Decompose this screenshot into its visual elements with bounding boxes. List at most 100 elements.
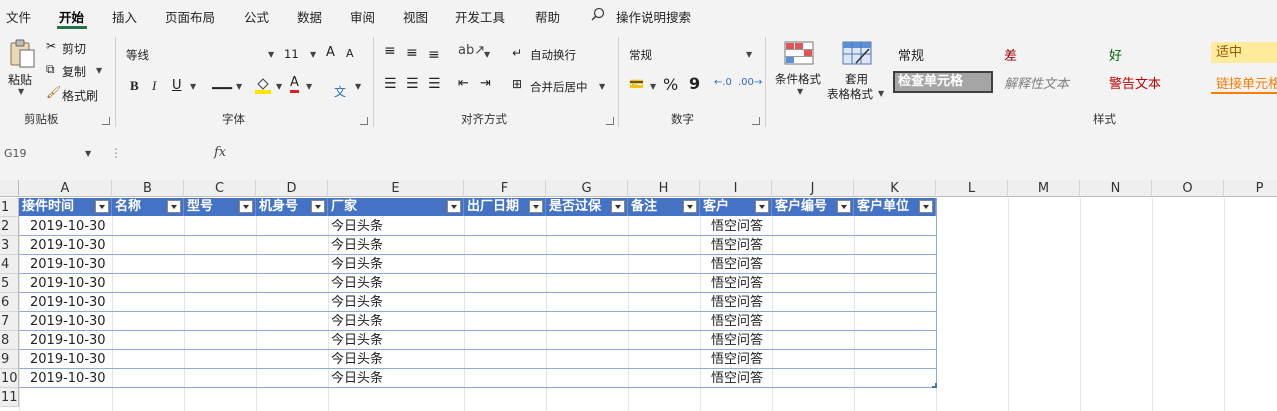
- style-check-cell[interactable]: 检查单元格: [893, 71, 993, 93]
- italic-button[interactable]: I: [152, 78, 156, 94]
- column-header-L[interactable]: L: [936, 180, 1008, 197]
- column-header-O[interactable]: O: [1152, 180, 1224, 197]
- column-header-H[interactable]: H: [628, 180, 700, 197]
- format-as-table-button[interactable]: 表格格式: [827, 86, 873, 102]
- menu-view[interactable]: 视图: [403, 7, 428, 26]
- row-header-8[interactable]: 8: [0, 331, 19, 350]
- column-header-D[interactable]: D: [256, 180, 328, 197]
- font-size-dropdown-icon[interactable]: ▼: [310, 50, 316, 59]
- cell-date[interactable]: 2019-10-30: [30, 293, 106, 312]
- cell-maker[interactable]: 今日头条: [331, 312, 383, 331]
- underline-button[interactable]: U: [172, 78, 182, 93]
- cell-client[interactable]: 悟空问答: [711, 217, 763, 236]
- style-good[interactable]: 好: [1109, 45, 1122, 64]
- font-name-select[interactable]: 等线: [126, 47, 149, 63]
- filter-dropdown-icon[interactable]: [683, 200, 697, 213]
- format-as-table-icon[interactable]: [842, 41, 872, 65]
- cell-date[interactable]: 2019-10-30: [30, 369, 106, 388]
- grow-font-button[interactable]: A: [326, 45, 335, 60]
- filter-dropdown-icon[interactable]: [919, 200, 933, 213]
- fill-color-dropdown-icon[interactable]: ▼: [276, 82, 282, 91]
- font-size-select[interactable]: 11: [284, 47, 299, 61]
- cell-maker[interactable]: 今日头条: [331, 274, 383, 293]
- cell-client[interactable]: 悟空问答: [711, 312, 763, 331]
- number-format-select[interactable]: 常规: [629, 47, 652, 63]
- conditional-format-icon[interactable]: [784, 41, 814, 65]
- filter-dropdown-icon[interactable]: [447, 200, 461, 213]
- cell-maker[interactable]: 今日头条: [331, 293, 383, 312]
- cell-client[interactable]: 悟空问答: [711, 255, 763, 274]
- row-header-6[interactable]: 6: [0, 293, 19, 312]
- phonetic-dropdown-icon[interactable]: ▼: [355, 82, 361, 91]
- menu-file[interactable]: 文件: [6, 7, 31, 26]
- filter-dropdown-icon[interactable]: [167, 200, 181, 213]
- merge-center-button[interactable]: 合并后居中: [530, 79, 588, 95]
- lightbulb-search-icon[interactable]: [590, 7, 606, 23]
- table-resize-handle[interactable]: [932, 383, 937, 388]
- conditional-format-button[interactable]: 条件格式: [775, 71, 821, 87]
- filter-dropdown-icon[interactable]: [529, 200, 543, 213]
- cell-maker[interactable]: 今日头条: [331, 255, 383, 274]
- wrap-text-button[interactable]: 自动换行: [530, 47, 576, 63]
- column-header-K[interactable]: K: [854, 180, 936, 197]
- style-bad[interactable]: 差: [1004, 45, 1017, 64]
- cell-maker[interactable]: 今日头条: [331, 331, 383, 350]
- cut-button[interactable]: 剪切: [62, 40, 86, 57]
- font-color-icon[interactable]: A: [290, 76, 299, 93]
- style-normal[interactable]: 常规: [898, 45, 924, 64]
- row-header-7[interactable]: 7: [0, 312, 19, 331]
- row-header-10[interactable]: 10: [0, 369, 19, 388]
- filter-dropdown-icon[interactable]: [611, 200, 625, 213]
- cell-client[interactable]: 悟空问答: [711, 274, 763, 293]
- cell-maker[interactable]: 今日头条: [331, 236, 383, 255]
- accounting-format-icon[interactable]: 💳: [629, 77, 644, 91]
- shrink-font-button[interactable]: A: [346, 47, 354, 60]
- increase-indent-icon[interactable]: ⇥: [480, 76, 491, 91]
- menu-formulas[interactable]: 公式: [244, 7, 269, 26]
- paste-button[interactable]: 粘贴: [8, 71, 32, 88]
- bold-button[interactable]: B: [130, 78, 139, 94]
- style-neutral[interactable]: 适中: [1211, 42, 1277, 63]
- cell-date[interactable]: 2019-10-30: [30, 217, 106, 236]
- merge-dropdown-icon[interactable]: ▼: [599, 82, 605, 91]
- conditional-format-dropdown-icon[interactable]: ▼: [797, 87, 803, 96]
- align-center-icon[interactable]: ☰: [406, 76, 419, 92]
- column-header-A[interactable]: A: [19, 180, 112, 197]
- cell-date[interactable]: 2019-10-30: [30, 331, 106, 350]
- cell-client[interactable]: 悟空问答: [711, 293, 763, 312]
- paste-dropdown-icon[interactable]: ▼: [18, 87, 24, 96]
- column-header-C[interactable]: C: [184, 180, 256, 197]
- filter-dropdown-icon[interactable]: [239, 200, 253, 213]
- row-header-3[interactable]: 3: [0, 236, 19, 255]
- style-explanatory[interactable]: 解释性文本: [1004, 73, 1069, 92]
- cell-client[interactable]: 悟空问答: [711, 369, 763, 388]
- cell-client[interactable]: 悟空问答: [711, 236, 763, 255]
- cell-client[interactable]: 悟空问答: [711, 350, 763, 369]
- alignment-launcher-icon[interactable]: [606, 117, 614, 125]
- row-header-9[interactable]: 9: [0, 350, 19, 369]
- filter-dropdown-icon[interactable]: [311, 200, 325, 213]
- cell-maker[interactable]: 今日头条: [331, 369, 383, 388]
- tell-me-search[interactable]: 操作说明搜索: [616, 7, 691, 26]
- cell-client[interactable]: 悟空问答: [711, 331, 763, 350]
- row-header-2[interactable]: 2: [0, 217, 19, 236]
- cell-date[interactable]: 2019-10-30: [30, 312, 106, 331]
- row-header-1[interactable]: 1: [0, 198, 19, 217]
- filter-dropdown-icon[interactable]: [755, 200, 769, 213]
- comma-style-button[interactable]: 9: [689, 74, 700, 93]
- menu-insert[interactable]: 插入: [112, 7, 137, 26]
- format-as-table-label-1[interactable]: 套用: [845, 71, 868, 87]
- orientation-icon[interactable]: ab↗: [458, 43, 485, 58]
- font-color-dropdown-icon[interactable]: ▼: [306, 82, 312, 91]
- row-header-11[interactable]: 11: [0, 388, 19, 407]
- font-name-dropdown-icon[interactable]: ▼: [268, 50, 274, 59]
- copy-dropdown-icon[interactable]: ▼: [96, 66, 102, 75]
- cell-maker[interactable]: 今日头条: [331, 217, 383, 236]
- border-dropdown-icon[interactable]: ▼: [236, 82, 242, 91]
- filter-dropdown-icon[interactable]: [95, 200, 109, 213]
- cell-date[interactable]: 2019-10-30: [30, 255, 106, 274]
- column-header-B[interactable]: B: [112, 180, 184, 197]
- menu-developer[interactable]: 开发工具: [455, 7, 505, 26]
- number-format-dropdown-icon[interactable]: ▼: [746, 50, 752, 59]
- fill-color-icon[interactable]: [254, 76, 272, 94]
